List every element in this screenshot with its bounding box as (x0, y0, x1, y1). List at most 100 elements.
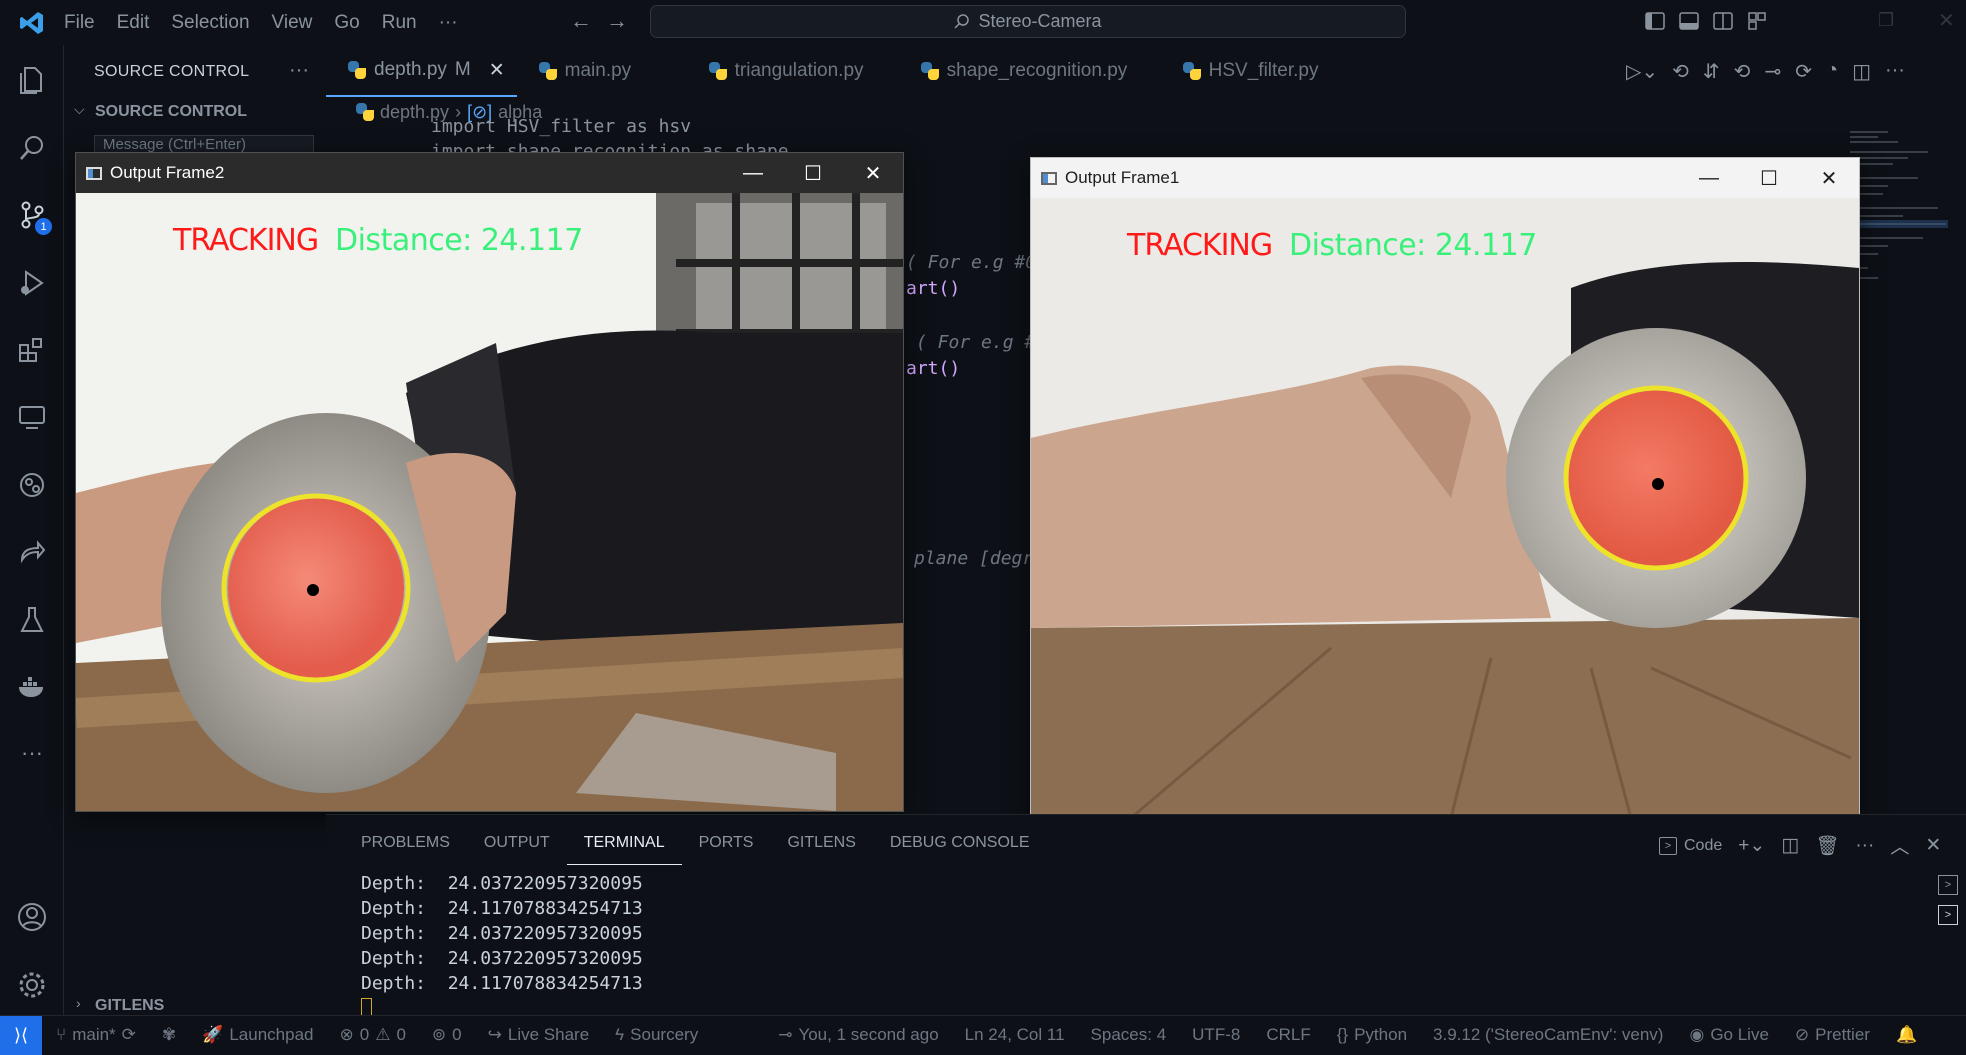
sourcery-item[interactable]: ϟ Sourcery (615, 1025, 698, 1045)
source-control-icon[interactable]: 1 (12, 195, 52, 235)
remote-explorer-icon[interactable] (12, 397, 52, 437)
chevron-right-icon[interactable]: › (76, 995, 81, 1011)
panel-tabs: PROBLEMS OUTPUT TERMINAL PORTS GITLENS D… (344, 821, 1047, 865)
more-views-icon[interactable]: ··· (12, 733, 52, 773)
output-frame2-window[interactable]: Output Frame2 — ☐ ✕ TRACKING Distance: 2… (75, 152, 904, 812)
window-close-icon[interactable]: ✕ (1938, 8, 1955, 33)
sidebar-more-icon[interactable]: ··· (289, 59, 309, 82)
problems-indicator[interactable]: ⊗ 0 ⚠ 0 (339, 1025, 405, 1045)
language-mode[interactable]: {} Python (1337, 1025, 1407, 1045)
testing-icon[interactable] (12, 600, 52, 640)
tab-output[interactable]: OUTPUT (467, 821, 567, 865)
close-icon[interactable]: ✕ (1799, 158, 1859, 198)
extensions-icon[interactable] (12, 330, 52, 370)
search-icon[interactable] (12, 128, 52, 168)
minimize-icon[interactable]: — (723, 153, 783, 193)
live-share-item[interactable]: ↪ Live Share (488, 1025, 590, 1045)
run-file-icon[interactable]: ▷⌄ (1626, 59, 1658, 84)
encoding[interactable]: UTF-8 (1192, 1025, 1240, 1045)
warning-icon: ⚠ (375, 1025, 391, 1044)
customize-layout-icon[interactable] (1747, 11, 1767, 31)
terminal-shell-selector[interactable]: > Code (1659, 836, 1722, 855)
window-restore-icon[interactable]: ❐ (1878, 10, 1894, 31)
tab-problems[interactable]: PROBLEMS (344, 821, 467, 865)
more-actions-icon[interactable]: ··· (1855, 835, 1874, 857)
more-actions-icon[interactable]: ··· (1885, 59, 1905, 84)
camera-image-1 (1031, 198, 1859, 818)
split-editor-icon[interactable]: ◫ (1852, 59, 1871, 84)
ports-indicator[interactable]: ⊚ 0 (432, 1025, 462, 1045)
cursor-position[interactable]: Ln 24, Col 11 (965, 1025, 1065, 1045)
camera-image-2 (76, 193, 903, 811)
maximize-icon[interactable]: ☐ (783, 153, 843, 193)
gitlens-icon[interactable] (12, 465, 52, 505)
window-title-bar[interactable]: Output Frame2 — ☐ ✕ (76, 153, 903, 193)
compare-changes-icon[interactable]: ⇵ (1703, 59, 1720, 84)
section-header-source-control[interactable]: SOURCE CONTROL (95, 103, 247, 121)
launchpad-item[interactable]: 🚀 Launchpad (202, 1025, 313, 1045)
account-icon[interactable] (12, 897, 52, 937)
settings-gear-icon[interactable] (12, 965, 52, 1005)
terminal-output[interactable]: Depth: 24.037220957320095 Depth: 24.1170… (361, 873, 643, 1020)
prettier-item[interactable]: ⊘ Prettier (1795, 1025, 1870, 1045)
toggle-panel-icon[interactable] (1679, 11, 1699, 31)
git-blame-item[interactable]: ⊸ You, 1 second ago (778, 1025, 938, 1045)
menu-run[interactable]: Run (382, 12, 417, 34)
branch-indicator[interactable]: ⑂ main* ⟳ (56, 1025, 136, 1045)
remote-indicator[interactable]: ⟩⟨ (0, 1015, 42, 1055)
antenna-icon: ⊚ (431, 1025, 447, 1044)
terminal-instance-active-icon[interactable]: > (1938, 905, 1958, 925)
toggle-secondary-sidebar-icon[interactable] (1713, 11, 1733, 31)
forward-arrow-icon[interactable]: → (606, 8, 628, 34)
output-frame1-window[interactable]: Output Frame1 — ☐ ✕ TRACKING Distance: 2… (1030, 157, 1860, 819)
menu-view[interactable]: View (272, 12, 313, 34)
tab-debug-console[interactable]: DEBUG CONSOLE (873, 821, 1047, 865)
minimap[interactable] (1848, 128, 1948, 328)
tab-depth-py[interactable]: depth.py M ✕ (326, 45, 517, 97)
timeline-icon[interactable]: ⟲ (1672, 59, 1689, 84)
chevron-down-icon[interactable]: ⌵ (74, 101, 85, 118)
split-terminal-icon[interactable]: ◫ (1781, 834, 1799, 857)
toggle-sidebar-icon[interactable] (1645, 11, 1665, 31)
close-icon[interactable]: ✕ (843, 153, 903, 193)
notifications-bell-icon[interactable]: 🔔 (1896, 1025, 1917, 1045)
gitlens-inspect-icon[interactable]: ◔ (1826, 59, 1838, 84)
docker-icon[interactable] (12, 667, 52, 707)
code-call-1: art() (906, 278, 961, 299)
menu-more[interactable]: ··· (439, 12, 458, 34)
tab-ports[interactable]: PORTS (682, 821, 771, 865)
tab-gitlens[interactable]: GITLENS (770, 821, 872, 865)
commit-icon[interactable]: ⊸ (1764, 59, 1781, 84)
explorer-icon[interactable] (12, 60, 52, 100)
window-title-bar[interactable]: Output Frame1 — ☐ ✕ (1031, 158, 1859, 198)
next-change-icon[interactable]: ⟳ (1795, 59, 1812, 84)
section-header-gitlens[interactable]: GITLENS (95, 997, 164, 1015)
maximize-panel-icon[interactable]: ︿ (1890, 832, 1909, 859)
terminal-instance-icon[interactable]: > (1938, 875, 1958, 895)
bug-icon[interactable]: ✾ (162, 1025, 176, 1045)
tab-shape-recognition-py[interactable]: shape_recognition.py (899, 45, 1161, 97)
tab-triangulation-py[interactable]: triangulation.py (687, 45, 899, 97)
go-live-item[interactable]: ◉ Go Live (1689, 1025, 1768, 1045)
menu-go[interactable]: Go (334, 12, 359, 34)
close-panel-icon[interactable]: ✕ (1925, 834, 1941, 857)
trash-icon[interactable]: 🗑 (1815, 834, 1839, 858)
menu-selection[interactable]: Selection (171, 12, 249, 34)
indentation[interactable]: Spaces: 4 (1091, 1025, 1167, 1045)
minimize-icon[interactable]: — (1679, 158, 1739, 198)
maximize-icon[interactable]: ☐ (1739, 158, 1799, 198)
end-of-line[interactable]: CRLF (1266, 1025, 1310, 1045)
menu-edit[interactable]: Edit (117, 12, 150, 34)
run-debug-icon[interactable] (12, 263, 52, 303)
close-icon[interactable]: ✕ (489, 59, 505, 82)
menu-file[interactable]: File (64, 12, 95, 34)
tab-main-py[interactable]: main.py (517, 45, 687, 97)
command-center[interactable]: Stereo-Camera (650, 5, 1406, 38)
previous-change-icon[interactable]: ⟲ (1734, 59, 1751, 84)
live-share-icon[interactable] (12, 533, 52, 573)
back-arrow-icon[interactable]: ← (570, 8, 592, 34)
tab-terminal[interactable]: TERMINAL (566, 821, 682, 865)
tab-hsv-filter-py[interactable]: HSV_filter.py (1161, 45, 1341, 97)
python-interpreter[interactable]: 3.9.12 ('StereoCamEnv': venv) (1433, 1025, 1663, 1045)
new-terminal-icon[interactable]: +⌄ (1738, 834, 1765, 857)
